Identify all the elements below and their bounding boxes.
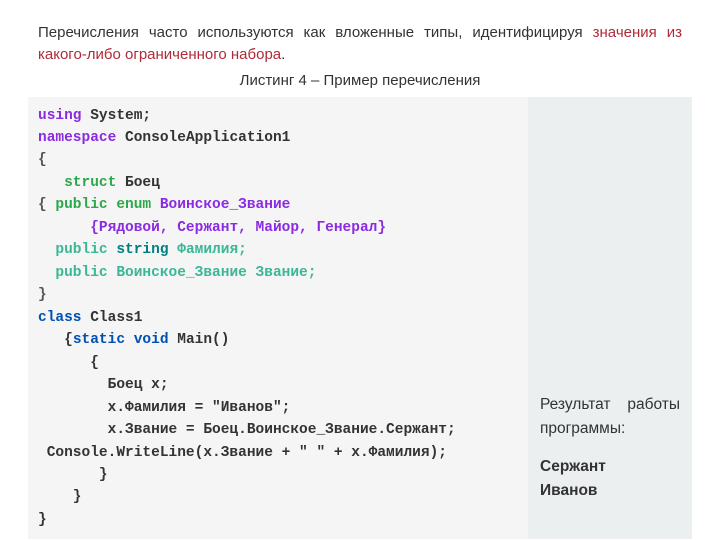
kw-void: void <box>134 332 169 348</box>
output-result: Сержант Иванов <box>540 455 680 503</box>
intro-paragraph: Перечисления часто используются как влож… <box>38 22 682 66</box>
code-listing: using System; namespace ConsoleApplicati… <box>28 97 692 540</box>
listing-caption: Листинг 4 – Пример перечисления <box>28 72 692 89</box>
output-column: Результат работы программы: Сержант Иван… <box>528 97 692 540</box>
kw-public: public <box>55 197 116 213</box>
kw-struct: struct <box>38 175 125 191</box>
output-line-2: Иванов <box>540 479 680 503</box>
output-label: Результат работы программы: <box>540 393 680 441</box>
output-line-1: Сержант <box>540 455 680 479</box>
kw-static: static <box>73 332 125 348</box>
intro-post: . <box>281 46 285 63</box>
kw-using: using <box>38 108 82 124</box>
ty-string: string <box>116 242 177 258</box>
kw-namespace: namespace <box>38 130 116 146</box>
kw-class: class <box>38 310 82 326</box>
kw-enum: enum <box>116 197 160 213</box>
code-column: using System; namespace ConsoleApplicati… <box>28 97 528 540</box>
intro-pre: Перечисления часто используются как влож… <box>38 24 593 41</box>
